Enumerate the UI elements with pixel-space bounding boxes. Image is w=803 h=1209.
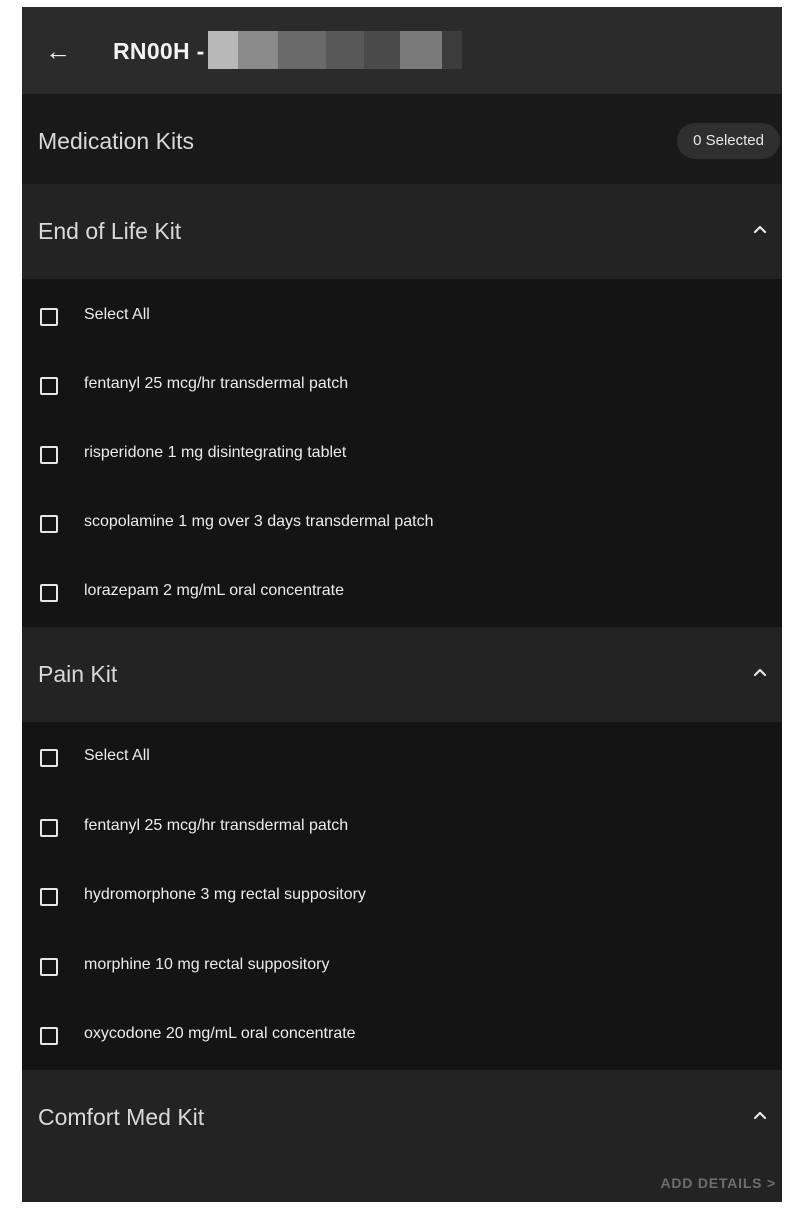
select-all-label: Select All bbox=[84, 306, 150, 323]
checkbox[interactable] bbox=[40, 749, 58, 767]
list-item[interactable]: risperidone 1 mg disintegrating tablet bbox=[22, 430, 782, 480]
redacted-patient-name bbox=[208, 31, 462, 69]
medication-label: fentanyl 25 mcg/hr transdermal patch bbox=[84, 375, 349, 392]
medication-label: risperidone 1 mg disintegrating tablet bbox=[84, 444, 347, 461]
list-item[interactable]: fentanyl 25 mcg/hr transdermal patch bbox=[22, 361, 782, 411]
add-details-button[interactable]: ADD DETAILS > bbox=[660, 1175, 776, 1191]
arrow-left-icon[interactable]: ← bbox=[38, 33, 78, 69]
select-all-row[interactable]: Select All bbox=[22, 733, 782, 783]
list-item[interactable]: lorazepam 2 mg/mL oral concentrate bbox=[22, 568, 782, 618]
checkbox[interactable] bbox=[40, 584, 58, 602]
checkbox[interactable] bbox=[40, 446, 58, 464]
list-item[interactable]: hydromorphone 3 mg rectal suppository bbox=[22, 872, 782, 922]
medication-label: morphine 10 mg rectal suppository bbox=[84, 956, 330, 973]
section-title: Pain Kit bbox=[38, 661, 118, 687]
list-item[interactable]: morphine 10 mg rectal suppository bbox=[22, 942, 782, 992]
list-item[interactable]: scopolamine 1 mg over 3 days transdermal… bbox=[22, 499, 782, 549]
select-all-label: Select All bbox=[84, 747, 150, 764]
checkbox[interactable] bbox=[40, 515, 58, 533]
checkbox[interactable] bbox=[40, 958, 58, 976]
checkbox[interactable] bbox=[40, 308, 58, 326]
section-header-pain-kit[interactable]: Pain Kit bbox=[22, 627, 782, 722]
section-title: End of Life Kit bbox=[38, 218, 182, 244]
medication-label: fentanyl 25 mcg/hr transdermal patch bbox=[84, 817, 349, 834]
section-title: Comfort Med Kit bbox=[38, 1104, 205, 1130]
checkbox[interactable] bbox=[40, 1027, 58, 1045]
medication-label: hydromorphone 3 mg rectal suppository bbox=[84, 886, 366, 903]
medication-kits-title: Medication Kits bbox=[38, 128, 194, 154]
medication-kits-header: Medication Kits 0 Selected bbox=[22, 94, 782, 184]
section-header-comfort-med-kit[interactable]: Comfort Med Kit ADD DETAILS > bbox=[22, 1070, 782, 1202]
section-header-end-of-life-kit[interactable]: End of Life Kit bbox=[22, 184, 782, 279]
checkbox[interactable] bbox=[40, 888, 58, 906]
app-screen: ← RN00H - Medication Kits 0 Selected End… bbox=[22, 7, 782, 1202]
selected-count-badge: 0 Selected bbox=[677, 123, 780, 159]
medication-label: scopolamine 1 mg over 3 days transdermal… bbox=[84, 513, 434, 530]
checkbox[interactable] bbox=[40, 377, 58, 395]
list-item[interactable]: fentanyl 25 mcg/hr transdermal patch bbox=[22, 803, 782, 853]
medication-label: lorazepam 2 mg/mL oral concentrate bbox=[84, 582, 344, 599]
checkbox[interactable] bbox=[40, 819, 58, 837]
chevron-up-icon bbox=[753, 1111, 767, 1120]
medication-label: oxycodone 20 mg/mL oral concentrate bbox=[84, 1025, 356, 1042]
top-app-bar: ← RN00H - bbox=[22, 7, 782, 94]
page-title: RN00H - bbox=[113, 38, 205, 64]
select-all-row[interactable]: Select All bbox=[22, 292, 782, 342]
chevron-up-icon bbox=[753, 225, 767, 234]
list-item[interactable]: oxycodone 20 mg/mL oral concentrate bbox=[22, 1011, 782, 1061]
chevron-up-icon bbox=[753, 668, 767, 677]
